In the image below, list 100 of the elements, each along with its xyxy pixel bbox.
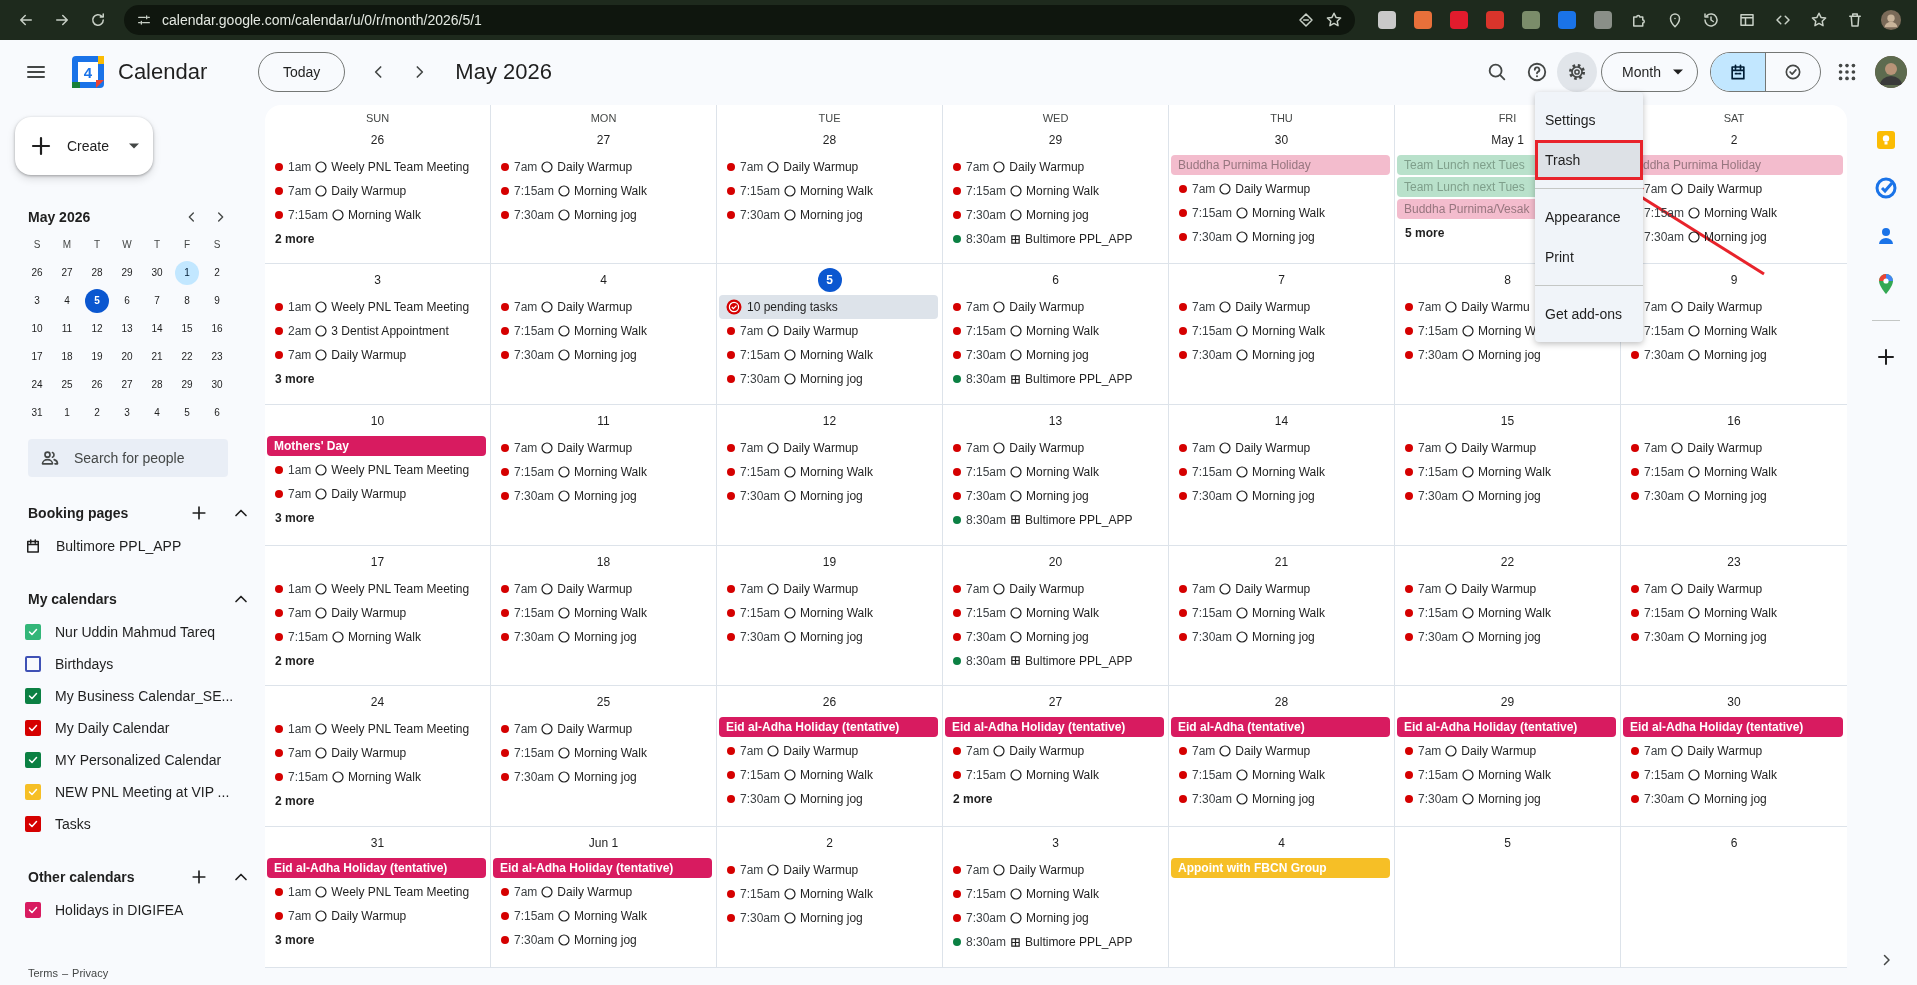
calendar-name[interactable]: Nur Uddin Mahmud Tareq	[55, 624, 216, 640]
event-title[interactable]: Morning Walk	[1026, 184, 1099, 198]
event-title[interactable]: Bultimore PPL_APP	[1025, 653, 1133, 668]
mini-calendar-day[interactable]: 26	[85, 373, 109, 397]
mini-calendar-day[interactable]: 19	[85, 345, 109, 369]
event-title[interactable]: Daily Warmup	[557, 885, 633, 900]
extension-icon[interactable]	[1522, 11, 1540, 29]
event-title[interactable]: Daily Warmup	[331, 746, 407, 761]
event-title[interactable]: Morning Walk	[1026, 605, 1099, 620]
all-day-event[interactable]: Eid al-Adha Holiday (tentative)	[267, 858, 486, 879]
event-title[interactable]: Daily Warmup	[1009, 744, 1085, 759]
event-title[interactable]: Daily Warmup	[1235, 300, 1311, 314]
more-link[interactable]: 2 more	[267, 789, 315, 814]
event-title[interactable]: Morning jog	[800, 208, 863, 222]
day-number[interactable]: 29	[1043, 128, 1068, 152]
event-title[interactable]: Morning Walk	[1704, 206, 1777, 220]
day-number[interactable]: 12	[817, 408, 842, 433]
mini-calendar-day[interactable]: 17	[25, 345, 49, 369]
mini-calendar-day[interactable]: 16	[205, 317, 229, 341]
event-title[interactable]: Weely PNL Team Meeting	[331, 885, 470, 900]
event-title[interactable]: Morning Walk	[348, 770, 421, 785]
event-title[interactable]: Morning Walk	[1026, 887, 1099, 902]
event-title[interactable]: Morning jog	[574, 348, 637, 362]
event-title[interactable]: Morning Walk	[1704, 324, 1777, 338]
calendar-checkbox[interactable]	[25, 624, 41, 640]
event-title[interactable]: Morning Walk	[574, 746, 647, 761]
calendar-checkbox[interactable]	[25, 720, 41, 736]
calendar-name[interactable]: My Business Calendar_SE...	[55, 688, 234, 704]
profile-avatar-icon[interactable]	[1880, 9, 1902, 31]
event-title[interactable]: Morning jog	[1704, 792, 1767, 807]
more-link[interactable]: 2 more	[267, 648, 315, 673]
event-title[interactable]: Bultimore PPL_APP	[1025, 372, 1133, 386]
day-number[interactable]: May 1	[1491, 128, 1524, 152]
all-day-event[interactable]: Mothers' Day	[267, 435, 486, 456]
day-number[interactable]: 26	[365, 128, 390, 152]
calendar-checkbox[interactable]	[25, 816, 41, 832]
mini-calendar-day[interactable]: 22	[175, 345, 199, 369]
event-title[interactable]: Daily Warmup	[783, 440, 859, 455]
pending-tasks-chip[interactable]: 10 pending tasks	[719, 295, 938, 319]
event-title[interactable]: Morning jog	[574, 488, 637, 503]
event-title[interactable]: Daily Warmup	[1235, 744, 1311, 759]
mini-calendar-day[interactable]: 30	[145, 261, 169, 285]
day-number[interactable]: 20	[1043, 549, 1068, 574]
event-title[interactable]: Daily Warmup	[1461, 440, 1537, 455]
address-bar[interactable]: calendar.google.com/calendar/u/0/r/month/2026/5/1	[124, 5, 1355, 35]
menu-item[interactable]: Get add-ons	[1535, 294, 1643, 334]
day-number[interactable]: 24	[365, 690, 390, 715]
day-number[interactable]: 3	[365, 268, 390, 292]
event-title[interactable]: Morning Walk	[800, 464, 873, 479]
extension-icon[interactable]	[1594, 11, 1612, 29]
calendar-name[interactable]: Holidays in DIGIFEA	[55, 902, 184, 918]
mini-calendar-day[interactable]: 3	[25, 289, 49, 313]
day-number[interactable]: 15	[1495, 408, 1520, 433]
event-title[interactable]: Morning jog	[574, 208, 637, 222]
mini-calendar-day[interactable]: 10	[25, 317, 49, 341]
day-number[interactable]: 7	[1269, 268, 1294, 292]
day-number[interactable]: 23	[1722, 549, 1746, 574]
event-title[interactable]: Daily Warmup	[331, 605, 407, 620]
event-title[interactable]: Morning Walk	[1026, 324, 1099, 338]
event-title[interactable]: Daily Warmup	[557, 581, 633, 596]
mini-calendar-day[interactable]: 30	[205, 373, 229, 397]
day-number[interactable]: 2	[1722, 128, 1746, 152]
day-number[interactable]: 18	[591, 549, 616, 574]
calendar-name[interactable]: MY Personalized Calendar	[55, 752, 222, 768]
mini-calendar-day[interactable]: 12	[85, 317, 109, 341]
mini-calendar-day[interactable]: 8	[175, 289, 199, 313]
event-title[interactable]: Weely PNL Team Meeting	[331, 160, 470, 174]
tune-icon[interactable]	[136, 12, 152, 28]
calendar-checkbox[interactable]	[25, 656, 41, 672]
event-title[interactable]: Morning jog	[800, 911, 863, 926]
event-title[interactable]: Morning Walk	[800, 887, 873, 902]
mini-calendar-day[interactable]: 24	[25, 373, 49, 397]
extension-icon[interactable]	[1378, 11, 1396, 29]
star-icon[interactable]	[1325, 11, 1343, 29]
event-title[interactable]: Daily Warmup	[1009, 440, 1085, 455]
event-title[interactable]: Bultimore PPL_APP	[1025, 512, 1133, 527]
apps-icon[interactable]	[1836, 61, 1858, 83]
day-number[interactable]: 11	[591, 408, 616, 433]
all-day-event[interactable]: Eid al-Adha Holiday (tentative)	[493, 858, 712, 879]
event-title[interactable]: Morning Walk	[348, 208, 421, 222]
event-title[interactable]: Daily Warmup	[557, 722, 633, 737]
mini-calendar-day[interactable]: 3	[115, 401, 139, 425]
event-title[interactable]: Morning Walk	[1704, 768, 1777, 783]
history-icon[interactable]	[1702, 11, 1720, 29]
calendar-name[interactable]: Tasks	[55, 816, 91, 832]
event-title[interactable]: Morning jog	[800, 488, 863, 503]
event-title[interactable]: Daily Warmup	[557, 300, 633, 314]
calendar-name[interactable]: My Daily Calendar	[55, 720, 170, 736]
event-title[interactable]: Daily Warmup	[1461, 581, 1537, 596]
event-title[interactable]: Morning Walk	[1478, 464, 1551, 479]
day-number[interactable]: 14	[1269, 408, 1294, 433]
people-search-field[interactable]: Search for people	[28, 439, 228, 477]
day-number[interactable]: 9	[1722, 268, 1746, 292]
more-link[interactable]: 3 more	[267, 928, 315, 953]
reload-icon[interactable]	[89, 11, 107, 29]
mini-calendar-day[interactable]: 31	[25, 401, 49, 425]
day-number[interactable]: 13	[1043, 408, 1068, 433]
event-title[interactable]: Morning jog	[1252, 230, 1315, 244]
event-title[interactable]: Morning Walk	[1704, 605, 1777, 620]
mini-calendar-day[interactable]: 23	[205, 345, 229, 369]
